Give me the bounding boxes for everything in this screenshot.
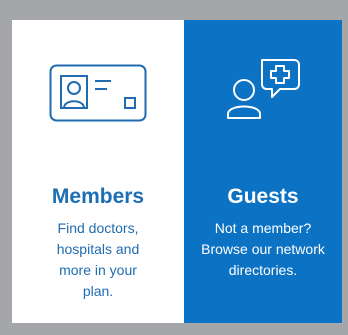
members-title: Members <box>51 185 145 208</box>
guests-card[interactable]: Guests Not a member? Browse our network … <box>184 20 342 323</box>
guests-title: Guests <box>227 185 299 208</box>
audience-selector: Members Find doctors, hospitals and more… <box>12 20 342 323</box>
guest-chat-medical-icon-wrap <box>222 58 304 122</box>
guests-description: Not a member? Browse our network directo… <box>201 220 325 278</box>
members-description: Find doctors, hospitals and more in your… <box>56 220 140 299</box>
member-id-card-icon <box>49 64 147 122</box>
guest-chat-medical-icon <box>227 59 300 119</box>
member-id-card-icon-wrap <box>49 64 147 122</box>
members-card[interactable]: Members Find doctors, hospitals and more… <box>12 20 184 323</box>
